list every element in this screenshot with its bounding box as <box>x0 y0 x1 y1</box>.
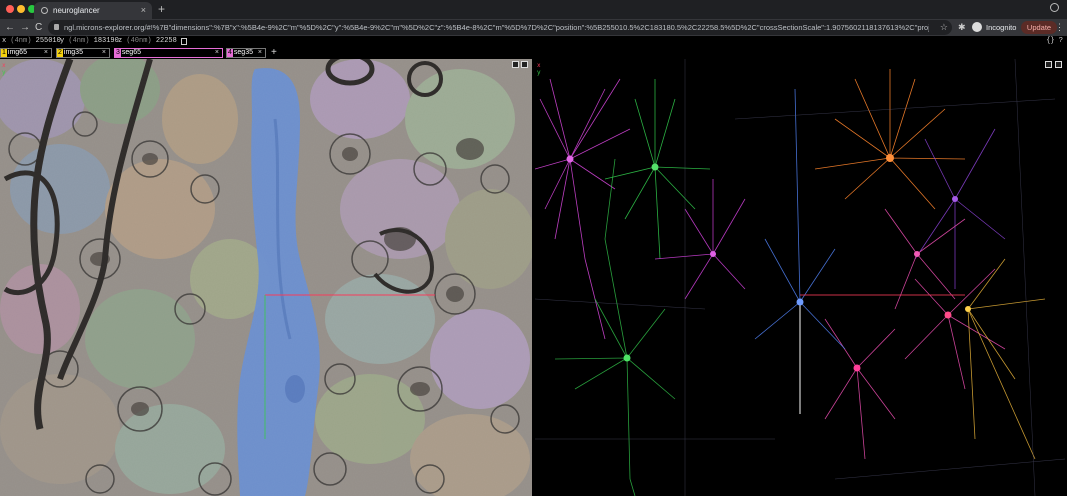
coord-y[interactable]: y (4nm) 183190 <box>60 36 119 47</box>
incognito-label[interactable]: Incognito <box>986 19 1016 36</box>
coord-z-unit: 40nm <box>130 37 148 45</box>
layer-close-icon[interactable]: × <box>44 49 48 57</box>
close-tab-icon[interactable]: × <box>141 2 146 19</box>
address-bar[interactable]: ngl.microns-explorer.org/#!%7B"dimension… <box>48 20 952 35</box>
forward-button[interactable]: → <box>20 19 30 36</box>
cross-section-panel[interactable]: x y <box>0 59 532 496</box>
panel-expand-icon[interactable] <box>512 61 519 68</box>
add-layer-button[interactable]: + <box>271 47 277 59</box>
layer-name: img65 <box>7 49 27 56</box>
coord-x-unit: 4nm <box>14 37 28 45</box>
layer-img35[interactable]: 2 img35 × <box>56 48 110 58</box>
back-button[interactable]: ← <box>5 19 15 36</box>
layer-close-icon[interactable]: × <box>258 49 262 57</box>
browser-tab[interactable]: neuroglancer × <box>34 2 152 19</box>
copy-icon[interactable] <box>181 38 187 45</box>
layer-name: seg65 <box>121 49 141 56</box>
minimize-window-icon[interactable] <box>17 5 25 13</box>
layer-close-icon[interactable]: × <box>102 49 106 57</box>
coord-y-value[interactable]: 183190 <box>94 37 119 45</box>
panel-layout-icon[interactable] <box>1055 61 1062 68</box>
neuron-mesh-render[interactable] <box>535 59 1067 496</box>
panel-layout-icon[interactable] <box>521 61 528 68</box>
axis-label-y: y <box>2 69 6 76</box>
reload-button[interactable]: C <box>35 19 42 36</box>
axis-label-x: x <box>537 62 541 69</box>
layer-img65[interactable]: 1 img65 × <box>0 48 52 58</box>
coord-y-unit: 4nm <box>72 37 86 45</box>
star-icon[interactable]: ☆ <box>940 20 948 35</box>
em-segmentation-image[interactable] <box>0 59 532 496</box>
browser-toolbar: ← → C ngl.microns-explorer.org/#!%7B"dim… <box>0 19 1067 36</box>
browser-tabstrip: neuroglancer × + <box>0 0 1067 19</box>
new-tab-button[interactable]: + <box>158 2 165 16</box>
layer-seg35[interactable]: 4 seg35 × <box>226 48 266 58</box>
extension-icon[interactable]: ✱ <box>958 22 966 33</box>
position-bar: x (4nm) 255010 y (4nm) 183190 z (40nm) 2… <box>0 36 1067 47</box>
browser-tab-favicon <box>41 7 48 14</box>
layer-name: img35 <box>63 49 83 56</box>
tab-search-icon[interactable] <box>1050 3 1059 12</box>
update-button[interactable]: Update <box>1021 21 1057 34</box>
url-text[interactable]: ngl.microns-explorer.org/#!%7B"dimension… <box>64 20 929 35</box>
coord-z-label: z <box>118 37 123 45</box>
coord-x-label: x <box>2 37 7 45</box>
lock-icon[interactable] <box>54 24 59 30</box>
layer-name: seg35 <box>233 49 253 56</box>
coord-x-value[interactable]: 255010 <box>36 37 61 45</box>
close-window-icon[interactable] <box>6 5 14 13</box>
coord-z-value[interactable]: 22258 <box>156 37 177 45</box>
3d-view-panel[interactable]: x y <box>535 59 1067 496</box>
axis-label-y: y <box>537 69 541 76</box>
layer-close-icon[interactable]: × <box>215 49 219 57</box>
panel-expand-icon[interactable] <box>1045 61 1052 68</box>
coord-z[interactable]: z (40nm) 22258 <box>118 36 177 47</box>
layer-bar: 1 img65 × 2 img35 × 3 seg65 × 4 seg35 × + <box>0 47 1067 59</box>
browser-menu-button[interactable]: ⋮ <box>1055 19 1064 36</box>
help-button[interactable]: {} ? <box>1046 36 1063 47</box>
incognito-icon[interactable] <box>972 22 982 32</box>
layer-seg65[interactable]: 3 seg65 × <box>114 48 223 58</box>
coord-y-label: y <box>60 37 65 45</box>
browser-tab-title: neuroglancer <box>53 6 100 15</box>
coord-x[interactable]: x (4nm) 255010 <box>2 36 61 47</box>
axis-label-x: x <box>2 62 6 69</box>
